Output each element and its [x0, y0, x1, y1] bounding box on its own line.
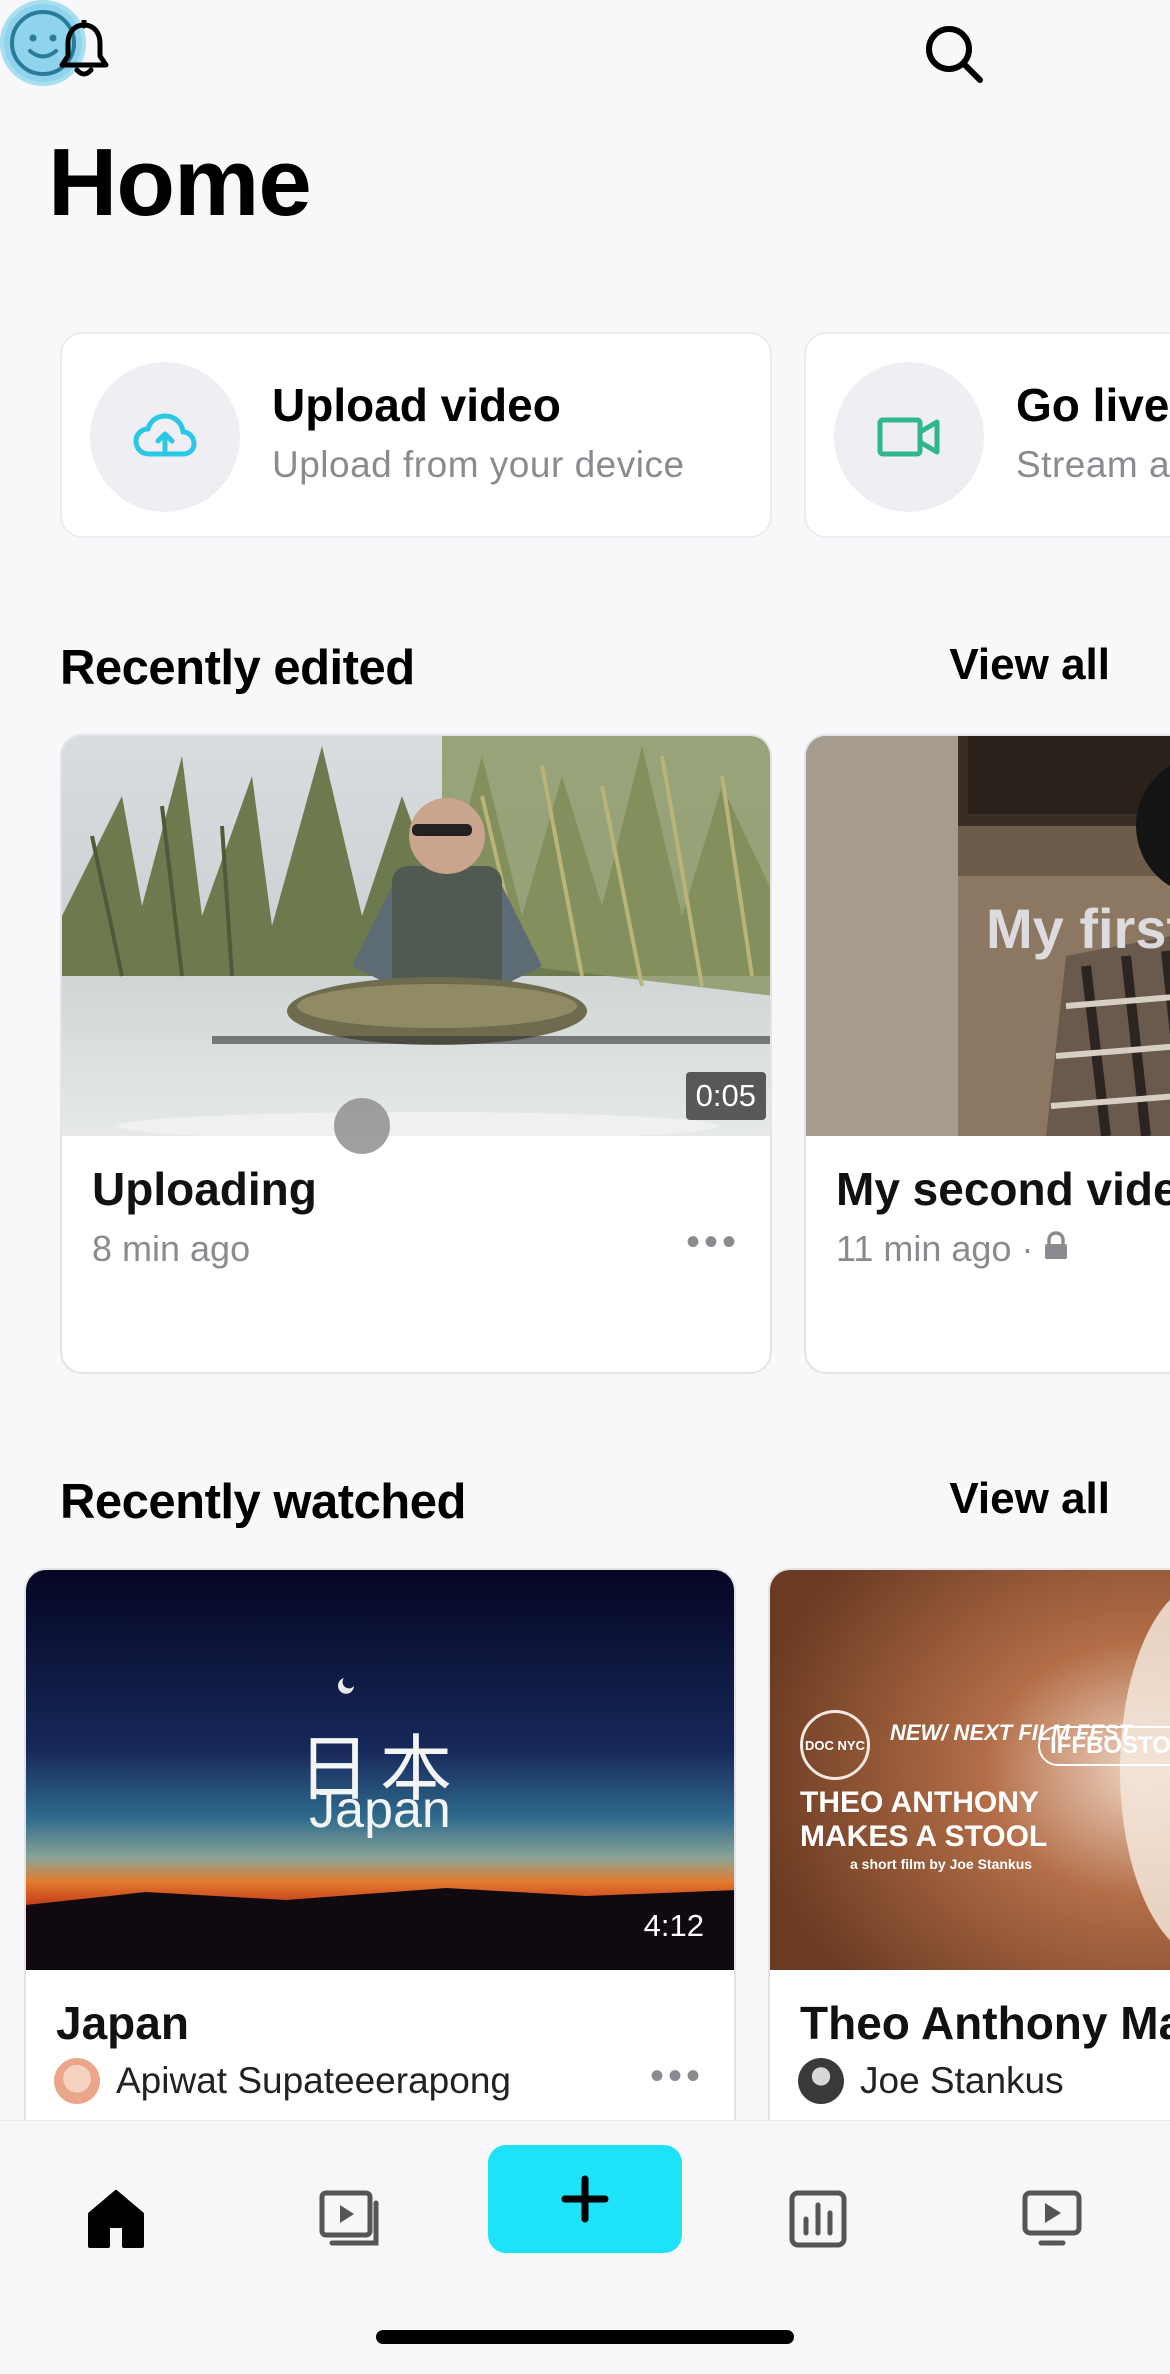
author-name: Joe Stankus — [860, 2060, 1064, 2101]
watch-icon[interactable] — [1002, 2159, 1102, 2279]
author-avatar — [798, 2058, 844, 2104]
video-thumbnail: My first — [806, 736, 1170, 1136]
video-duration: 4:12 — [643, 1908, 704, 1943]
video-meta: 8 min ago — [92, 1228, 250, 1270]
video-title: My second vide — [836, 1163, 1170, 1215]
more-options-icon[interactable]: ••• — [686, 1220, 740, 1265]
video-card-japan[interactable]: 日本 Japan 4:12 Japan Apiwat Supateeerapon… — [24, 1568, 736, 2208]
video-thumbnail: 0:05 — [62, 736, 770, 1136]
video-title: Theo Anthony Ma — [800, 1997, 1170, 2049]
upload-video-title: Upload video — [272, 379, 561, 431]
more-options-icon[interactable]: ••• — [650, 2054, 704, 2099]
home-screen: Home Upload video Upload from your devic… — [0, 0, 1170, 2374]
upload-progress-dot — [334, 1098, 390, 1154]
video-author: Apiwat Supateeerapong — [54, 2058, 511, 2104]
create-button[interactable] — [488, 2145, 682, 2253]
video-time: 8 min ago — [92, 1228, 251, 1269]
recently-edited-title: Recently edited — [60, 641, 415, 695]
page-title: Home — [48, 129, 312, 236]
video-card-uploading[interactable]: 0:05 Uploading 8 min ago ••• — [60, 734, 772, 1374]
author-name: Apiwat Supateeerapong — [116, 2060, 511, 2101]
video-title: Japan — [56, 1997, 189, 2049]
recently-watched-title: Recently watched — [60, 1475, 466, 1529]
home-icon[interactable] — [66, 2159, 166, 2279]
video-meta: 11 min ago · — [836, 1228, 1069, 1270]
go-live-card[interactable]: Go live Stream a — [804, 332, 1170, 538]
search-icon[interactable] — [914, 14, 994, 94]
library-icon[interactable] — [300, 2159, 400, 2279]
video-overlay-title: My first — [986, 897, 1170, 960]
video-camera-icon — [834, 362, 984, 512]
cloud-upload-icon — [90, 362, 240, 512]
go-live-title: Go live — [1016, 379, 1170, 431]
thumbnail-title-line1: THEO ANTHONY — [800, 1786, 1039, 1819]
festival-badge: DOC NYC — [800, 1710, 870, 1780]
upload-video-subtitle: Upload from your device — [272, 444, 685, 485]
recently-watched-view-all[interactable]: View all — [949, 1474, 1110, 1524]
author-avatar — [54, 2058, 100, 2104]
recently-edited-view-all[interactable]: View all — [949, 640, 1110, 690]
top-bar — [0, 0, 1170, 130]
video-thumbnail: DOC NYC NEW/ NEXT FILM FEST IFFBOSTON TH… — [770, 1570, 1170, 1970]
video-card-second[interactable]: My first My second vide 11 min ago · — [804, 734, 1170, 1374]
video-title: Uploading — [92, 1163, 317, 1215]
thumbnail-text: Japan — [309, 1781, 451, 1839]
lock-icon — [1043, 1228, 1069, 1270]
bell-icon[interactable] — [48, 14, 120, 86]
video-card-theo[interactable]: DOC NYC NEW/ NEXT FILM FEST IFFBOSTON TH… — [768, 1568, 1170, 2208]
analytics-icon[interactable] — [768, 2159, 868, 2279]
thumbnail-credit: a short film by Joe Stankus — [850, 1856, 1033, 1872]
go-live-subtitle: Stream a — [1016, 444, 1170, 485]
festival-badge: IFFBOSTON — [1038, 1726, 1170, 1766]
video-time: 11 min ago · — [836, 1228, 1034, 1269]
plus-icon — [561, 2175, 609, 2223]
festival-badge-text: NEW/ NEXT — [890, 1720, 1013, 1745]
thumbnail-title-line2: MAKES A STOOL — [800, 1820, 1048, 1853]
video-duration: 0:05 — [685, 1072, 766, 1120]
video-author: Joe Stankus — [798, 2058, 1064, 2104]
home-indicator — [376, 2330, 794, 2344]
upload-video-card[interactable]: Upload video Upload from your device — [60, 332, 772, 538]
video-thumbnail: 日本 Japan 4:12 — [26, 1570, 734, 1970]
